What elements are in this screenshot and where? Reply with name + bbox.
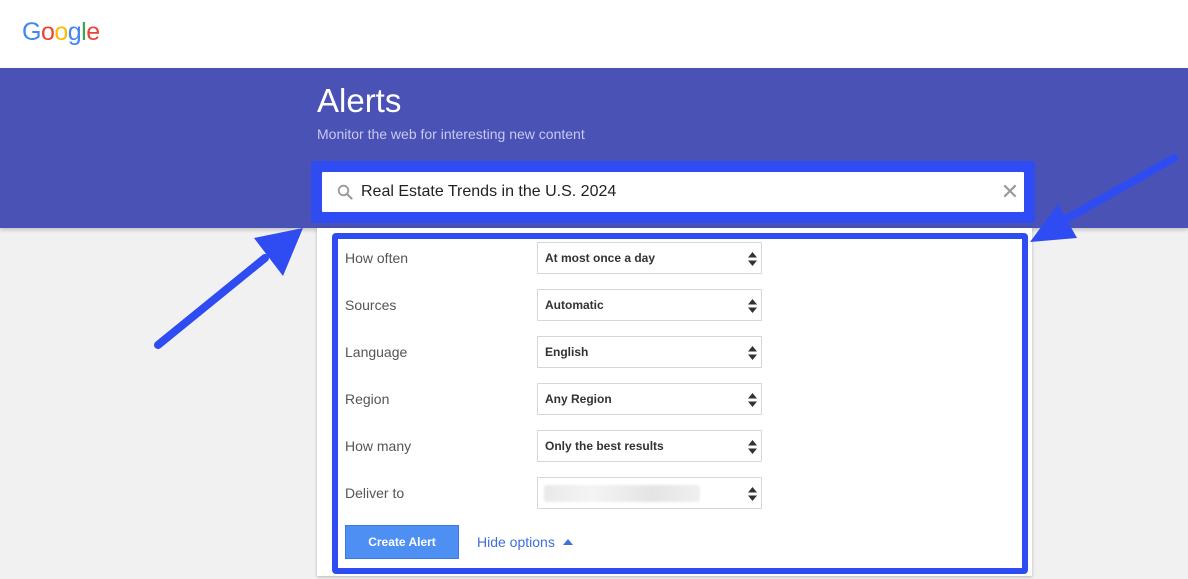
annotation-arrow-right (1030, 154, 1178, 242)
annotation-arrow-left (154, 228, 303, 349)
annotation-arrows (154, 154, 1178, 349)
